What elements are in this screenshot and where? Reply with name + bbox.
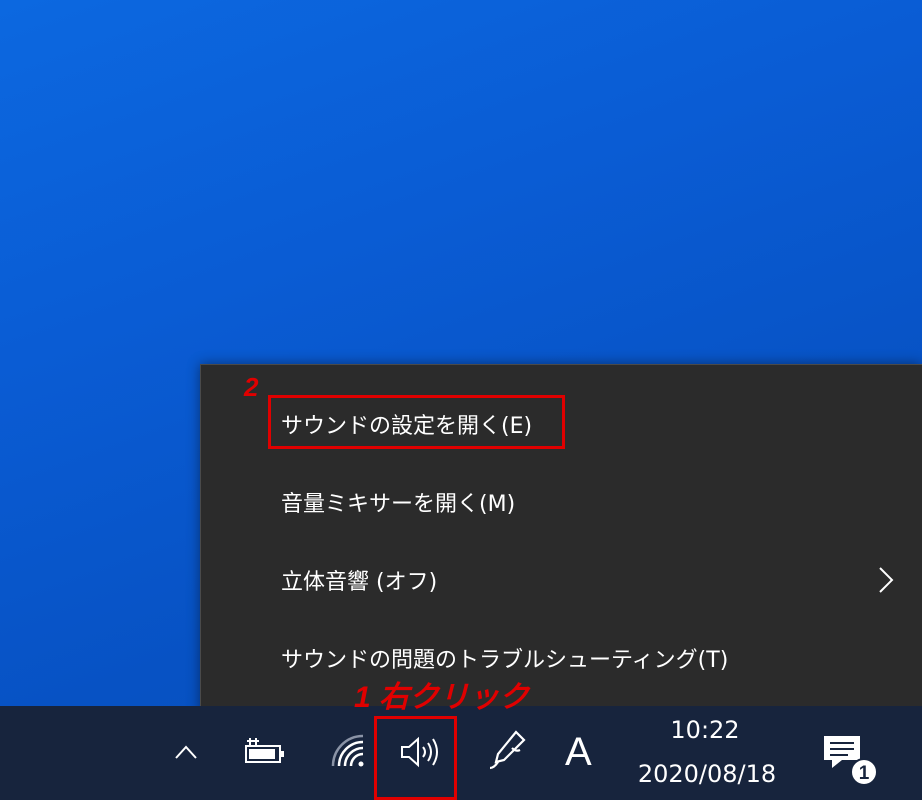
step2-highlight-box: [268, 395, 565, 449]
clock-date[interactable]: 2020/08/18: [622, 760, 792, 788]
step1-highlight-box: [374, 716, 457, 800]
menu-item-open-volume-mixer[interactable]: 音量ミキサーを開く(M): [201, 463, 922, 541]
battery-icon[interactable]: [242, 732, 286, 772]
ime-indicator[interactable]: A: [565, 730, 592, 775]
step2-annotation: 2: [244, 372, 259, 402]
notification-count: 1: [859, 763, 870, 784]
menu-item-spatial-sound[interactable]: 立体音響 (オフ): [201, 541, 922, 619]
chevron-up-icon[interactable]: [170, 736, 202, 768]
menu-item-label: 音量ミキサーを開く(M): [281, 492, 516, 517]
step1-annotation: 1 右クリック: [354, 681, 530, 714]
menu-item-label: サウンドの問題のトラブルシューティング(T): [281, 648, 729, 673]
pen-icon[interactable]: [486, 728, 530, 774]
menu-item-troubleshoot-sound[interactable]: サウンドの問題のトラブルシューティング(T): [201, 619, 922, 697]
chevron-right-icon: [879, 567, 894, 593]
wifi-icon[interactable]: [325, 728, 369, 772]
clock-time[interactable]: 10:22: [640, 716, 770, 744]
notification-center-icon[interactable]: 1: [820, 730, 880, 790]
menu-item-label: 立体音響 (オフ): [281, 570, 438, 595]
